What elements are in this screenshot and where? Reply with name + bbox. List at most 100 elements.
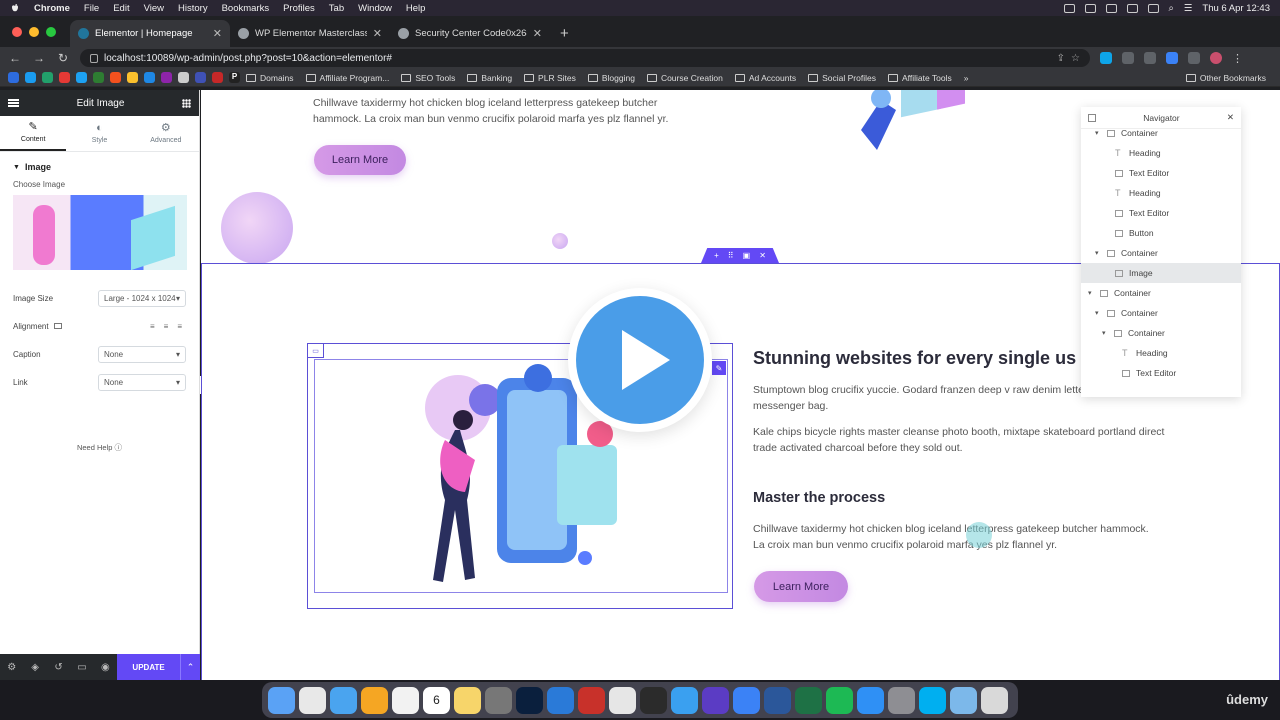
nav-item-container[interactable]: ▾ Container [1081, 303, 1241, 323]
more-menu-icon[interactable]: ⋮ [1232, 52, 1243, 65]
close-icon[interactable]: ✕ [213, 27, 222, 40]
bookmark-icon[interactable] [161, 72, 172, 83]
url-text[interactable]: localhost:10089/wp-admin/post.php?post=1… [104, 53, 392, 64]
preview-eye-icon[interactable]: ◉ [94, 662, 117, 673]
nav-item-text-editor[interactable]: Text Editor [1081, 363, 1241, 383]
widgets-grid-icon[interactable] [182, 98, 191, 108]
chatgpt-icon[interactable] [609, 686, 636, 714]
maximize-window-icon[interactable] [46, 27, 56, 37]
image-picker[interactable] [13, 195, 187, 270]
extension-icon[interactable] [1144, 52, 1156, 64]
menu-bookmarks[interactable]: Bookmarks [222, 3, 270, 14]
bookmark-icon[interactable] [8, 72, 19, 83]
browser-tab[interactable]: WP Elementor Masterclass ✕ [230, 20, 390, 47]
folder-icon[interactable] [950, 686, 977, 714]
bookmarks-overflow[interactable]: » [964, 73, 969, 83]
align-center-icon[interactable]: ≡ [164, 322, 169, 331]
browser-tab[interactable]: Elementor | Homepage ✕ [70, 20, 230, 47]
settings-icon[interactable] [888, 686, 915, 714]
add-icon[interactable]: + [714, 251, 719, 260]
align-left-icon[interactable]: ≡ [150, 322, 155, 331]
bookmark-folder[interactable]: SEO Tools [401, 73, 455, 83]
excel-icon[interactable] [795, 686, 822, 714]
bookmark-folder[interactable]: Social Profiles [808, 73, 876, 83]
info-icon[interactable] [90, 53, 98, 63]
heading-widget[interactable]: Master the process [753, 490, 885, 506]
close-icon[interactable]: ✕ [373, 27, 382, 40]
settings-icon[interactable]: ⚙ [0, 662, 23, 673]
nav-item-heading[interactable]: T Heading [1081, 183, 1241, 203]
need-help-link[interactable]: Need Help ⓘ [0, 442, 199, 453]
menu-icon[interactable] [8, 99, 19, 107]
back-icon[interactable]: ← [8, 51, 22, 65]
nav-item-button[interactable]: Button [1081, 223, 1241, 243]
forward-icon[interactable]: → [32, 51, 46, 65]
appstore-alt-icon[interactable] [733, 686, 760, 714]
nav-item-heading[interactable]: T Heading [1081, 343, 1241, 363]
filezilla-icon[interactable] [578, 686, 605, 714]
bravo-icon[interactable] [702, 686, 729, 714]
calculator-icon[interactable] [485, 686, 512, 714]
browser-tab[interactable]: Security Center Code0x268d ✕ [390, 20, 550, 47]
image-size-select[interactable]: Large - 1024 x 1024 ▾ [98, 289, 186, 307]
caret-down-icon[interactable]: ▾ [1088, 289, 1094, 297]
photoshop-icon[interactable] [516, 686, 543, 714]
other-bookmarks[interactable]: Other Bookmarks [1185, 73, 1266, 83]
skype-icon[interactable] [919, 686, 946, 714]
bookmark-icon[interactable] [144, 72, 155, 83]
close-window-icon[interactable] [12, 27, 22, 37]
wifi-icon[interactable] [1126, 3, 1138, 13]
extension-icon[interactable] [1100, 52, 1112, 64]
bookmark-icon[interactable] [42, 72, 53, 83]
menu-app-name[interactable]: Chrome [34, 3, 70, 14]
spotify-icon[interactable] [826, 686, 853, 714]
nav-item-text-editor[interactable]: Text Editor [1081, 163, 1241, 183]
obs-icon[interactable] [640, 686, 667, 714]
bookmark-folder[interactable]: Course Creation [646, 73, 723, 83]
status-icon[interactable] [1084, 3, 1096, 13]
vscode-icon[interactable] [547, 686, 574, 714]
extensions-puzzle-icon[interactable] [1188, 52, 1200, 64]
collapse-all-icon[interactable] [1088, 113, 1096, 122]
appstore-icon[interactable] [857, 686, 884, 714]
bookmark-icon[interactable] [110, 72, 121, 83]
notes-icon[interactable] [454, 686, 481, 714]
duplicate-icon[interactable]: ▣ [743, 251, 751, 260]
finder-icon[interactable] [268, 686, 295, 714]
bookmark-icon[interactable] [212, 72, 223, 83]
drag-handle-icon[interactable]: ⠿ [728, 251, 734, 260]
bookmark-folder[interactable]: Ad Accounts [734, 73, 796, 83]
bookmark-icon[interactable] [178, 72, 189, 83]
menu-history[interactable]: History [178, 3, 208, 14]
extension-icon[interactable] [1166, 52, 1178, 64]
nav-item-container[interactable]: ▾ Container [1081, 123, 1241, 143]
reload-icon[interactable]: ↻ [56, 51, 70, 65]
section-handle[interactable]: + ⠿ ▣ ✕ [701, 248, 779, 263]
menu-file[interactable]: File [84, 3, 99, 14]
bookmark-folder[interactable]: Blogging [587, 73, 635, 83]
reminders-icon[interactable] [392, 686, 419, 714]
share-icon[interactable]: ⇪ [1057, 53, 1065, 64]
tab-style[interactable]: ◐ Style [66, 116, 132, 151]
word-icon[interactable] [764, 686, 791, 714]
nav-item-container[interactable]: ▾ Container [1081, 243, 1241, 263]
bookmark-icon[interactable] [76, 72, 87, 83]
address-bar[interactable]: localhost:10089/wp-admin/post.php?post=1… [80, 49, 1090, 67]
bookmark-folder[interactable]: Domains [246, 73, 294, 83]
status-icon[interactable] [1105, 3, 1117, 13]
bookmark-icon[interactable] [25, 72, 36, 83]
chevron-up-icon[interactable]: ⌃ [180, 654, 200, 680]
text-editor-widget[interactable]: Chillwave taxidermy hot chicken blog ice… [753, 521, 1153, 553]
tab-advanced[interactable]: ⚙ Advanced [133, 116, 199, 151]
caption-select[interactable]: None ▾ [98, 345, 186, 363]
widget-tag-icon[interactable]: ▭ [308, 344, 324, 358]
text-editor-widget[interactable]: Chillwave taxidermy hot chicken blog ice… [313, 95, 703, 127]
battery-icon[interactable] [1147, 3, 1159, 13]
layers-icon[interactable]: ◈ [23, 662, 46, 673]
bookmark-icon[interactable] [59, 72, 70, 83]
nav-item-heading[interactable]: T Heading [1081, 143, 1241, 163]
bookmark-icon[interactable] [93, 72, 104, 83]
menu-edit[interactable]: Edit [113, 3, 129, 14]
chrome-icon[interactable] [299, 686, 326, 714]
caret-down-icon[interactable]: ▾ [1095, 309, 1101, 317]
